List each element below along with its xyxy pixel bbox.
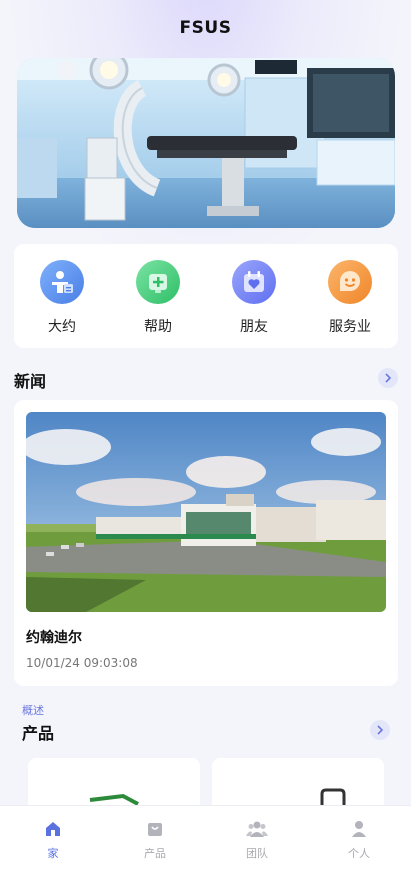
- shortcut-label: 服务业: [329, 319, 371, 335]
- person-info-icon: [40, 260, 84, 304]
- shortcut-service[interactable]: 服务业: [310, 260, 390, 336]
- products-overline: 概述: [22, 704, 44, 717]
- shortcut-about[interactable]: 大约: [22, 260, 102, 336]
- smile-chat-icon: [328, 260, 372, 304]
- medical-kit-icon: [136, 260, 180, 304]
- product-image: [320, 788, 346, 808]
- tab-profile[interactable]: 个人: [329, 820, 389, 861]
- tab-label: 团队: [246, 847, 268, 860]
- tab-team[interactable]: 团队: [227, 820, 287, 861]
- news-more-button[interactable]: [378, 368, 398, 388]
- user-icon: [352, 821, 366, 837]
- bag-icon: [148, 823, 162, 836]
- product-image: [89, 793, 139, 806]
- shortcut-help[interactable]: 帮助: [118, 260, 198, 336]
- tab-home[interactable]: 家: [23, 820, 83, 861]
- news-title: 约翰迪尔: [26, 630, 82, 646]
- news-timestamp: 10/01/24 09:03:08: [26, 656, 138, 670]
- page-title: FSUS: [179, 18, 232, 38]
- shortcut-friends[interactable]: 朋友: [214, 260, 294, 336]
- team-icon: [246, 821, 268, 837]
- home-icon: [46, 822, 60, 836]
- operating-room-image: [17, 58, 395, 228]
- shortcut-label: 朋友: [240, 319, 268, 335]
- chevron-right-icon: [385, 373, 392, 383]
- calendar-heart-icon: [232, 260, 276, 304]
- products-more-button[interactable]: [370, 720, 390, 740]
- tab-label: 家: [47, 847, 59, 860]
- shortcut-panel: 大约 帮助 朋友 服务业: [14, 244, 398, 348]
- tab-label: 个人: [348, 847, 370, 860]
- bottom-tab-bar: 家 产品 团队 个人: [0, 805, 411, 870]
- chevron-right-icon: [377, 725, 384, 735]
- tab-products[interactable]: 产品: [125, 820, 185, 861]
- tab-label: 产品: [144, 847, 166, 860]
- shortcut-label: 帮助: [144, 319, 172, 335]
- shortcut-label: 大约: [48, 319, 76, 335]
- news-card[interactable]: 约翰迪尔 10/01/24 09:03:08: [14, 400, 398, 686]
- hero-banner[interactable]: [17, 58, 395, 228]
- news-section-title: 新闻: [14, 372, 47, 391]
- news-image: [26, 412, 386, 612]
- products-section-title: 产品: [22, 724, 55, 743]
